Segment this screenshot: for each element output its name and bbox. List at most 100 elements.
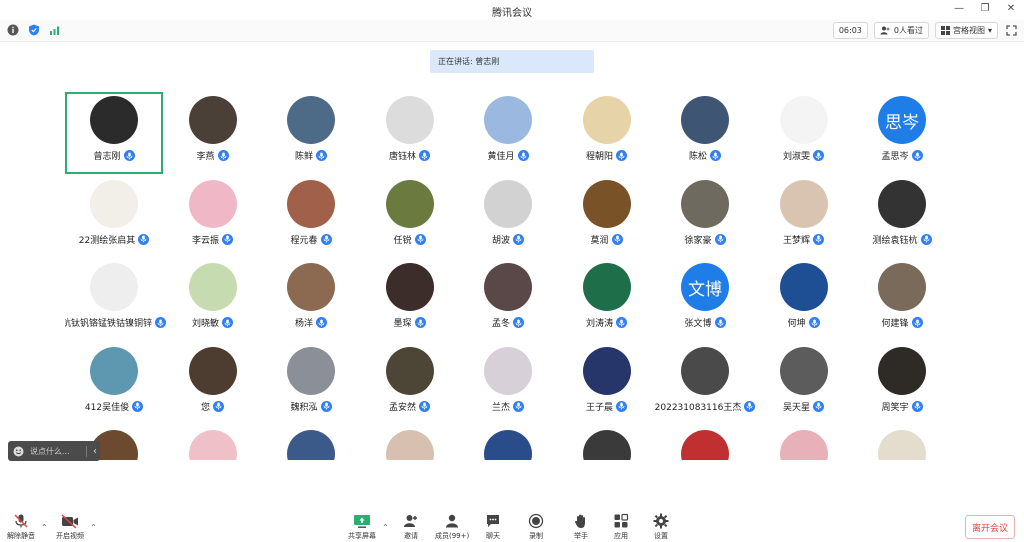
- participant-tile[interactable]: 胡波: [459, 176, 557, 258]
- participant-name-row: 周笑宇: [847, 400, 957, 413]
- participant-tile[interactable]: 刘涛涛: [558, 259, 656, 341]
- participant-tile[interactable]: 文博 张文博: [656, 259, 754, 341]
- participant-tile[interactable]: 您: [164, 343, 262, 425]
- participant-name: 程元春: [290, 235, 318, 246]
- fullscreen-icon[interactable]: [1004, 24, 1018, 38]
- raise-hand-button[interactable]: 举手: [573, 513, 589, 541]
- signal-icon[interactable]: [48, 23, 62, 37]
- unmute-button[interactable]: 解除静音: [7, 513, 35, 541]
- video-options-chevron-icon[interactable]: ⌃: [90, 523, 97, 532]
- participant-tile[interactable]: 黄佳月: [459, 92, 557, 174]
- share-options-chevron-icon[interactable]: ⌃: [382, 523, 389, 532]
- mic-status-icon: [414, 233, 426, 245]
- apps-button[interactable]: 应用: [613, 513, 629, 541]
- participant-tile[interactable]: 孟冬: [459, 259, 557, 341]
- close-icon[interactable]: ✕: [1004, 3, 1018, 14]
- participant-name-row: 王梦辉: [749, 233, 859, 246]
- members-button[interactable]: 成员(99+): [435, 513, 469, 541]
- view-mode-dropdown[interactable]: 宫格视图 ▾: [934, 22, 998, 39]
- chat-input[interactable]: 说点什么... ‹: [8, 441, 100, 461]
- participant-name-row: 刘淑雯: [749, 149, 859, 162]
- participant-tile[interactable]: 测绘袁钰杭: [853, 176, 951, 258]
- mic-status-icon: [808, 317, 820, 328]
- participant-name: 张文博: [684, 319, 712, 329]
- participant-name: 测绘袁钰杭: [872, 235, 918, 246]
- participant-name-row: 兰杰: [453, 400, 563, 413]
- participant-tile[interactable]: [558, 426, 656, 460]
- participant-tile[interactable]: 曾志刚: [65, 92, 163, 174]
- participant-name: 孟思岑: [881, 152, 909, 162]
- participant-tile[interactable]: 程元春: [262, 176, 360, 258]
- chevron-left-icon[interactable]: ‹: [93, 446, 97, 457]
- avatar: [188, 263, 237, 311]
- participant-tile[interactable]: 钪钛钒铬锰铁钴镍铜锌: [65, 259, 166, 341]
- participant-tile[interactable]: 莫润: [558, 176, 656, 258]
- participant-tile[interactable]: 刘晓敏: [164, 259, 262, 341]
- participant-tile[interactable]: [262, 426, 360, 460]
- participant-tile[interactable]: 陈松: [656, 92, 754, 174]
- window-title: 腾讯会议: [492, 8, 532, 19]
- participant-tile[interactable]: [361, 426, 459, 460]
- avatar: [385, 96, 434, 144]
- participant-tile[interactable]: 吴天星: [755, 343, 853, 425]
- restore-icon[interactable]: ❐: [978, 3, 992, 14]
- avatar: [188, 96, 237, 144]
- participant-tile[interactable]: 思岑 孟思岑: [853, 92, 951, 174]
- participant-tile[interactable]: [164, 426, 262, 460]
- emoji-icon[interactable]: [13, 446, 24, 457]
- participant-name-row: 任锐: [355, 233, 465, 246]
- participant-tile[interactable]: 王梦辉: [755, 176, 853, 258]
- chat-button[interactable]: 聊天: [485, 513, 501, 541]
- participant-tile[interactable]: 202231083116王杰: [655, 343, 756, 425]
- participant-name-row: 王子晨: [552, 400, 662, 413]
- invite-button[interactable]: 邀请: [403, 513, 419, 541]
- share-screen-button[interactable]: 共享屏幕: [348, 513, 376, 541]
- participant-tile[interactable]: 412吴佳俊: [65, 343, 163, 425]
- participant-tile[interactable]: 兰杰: [459, 343, 557, 425]
- participant-name-row: 陈鲜: [256, 149, 366, 162]
- participant-name: 孟冬: [491, 319, 510, 329]
- participant-tile[interactable]: 陈鲜: [262, 92, 360, 174]
- participant-name: 22测绘张启其: [78, 235, 136, 246]
- participant-tile[interactable]: 刘淑雯: [755, 92, 853, 174]
- info-icon[interactable]: [6, 23, 20, 37]
- people-icon: [880, 26, 890, 35]
- participant-tile[interactable]: 22测绘张启其: [65, 176, 163, 258]
- avatar: [582, 179, 631, 228]
- mic-status-icon: [132, 400, 144, 412]
- participant-tile[interactable]: 杨洋: [262, 259, 360, 341]
- participant-tile[interactable]: 周笑宇: [853, 343, 951, 425]
- participant-tile[interactable]: 王子晨: [558, 343, 656, 425]
- participant-tile[interactable]: 徐家豪: [656, 176, 754, 258]
- viewers-button[interactable]: 0人看过: [873, 22, 929, 39]
- participant-tile[interactable]: 程朝阳: [558, 92, 656, 174]
- participant-tile[interactable]: 唐钰林: [361, 92, 459, 174]
- participant-tile[interactable]: [755, 426, 853, 460]
- participant-tile[interactable]: 何坤: [755, 259, 853, 341]
- participant-name: 李云振: [191, 235, 219, 246]
- chat-label: 聊天: [486, 532, 500, 540]
- participant-name: 唐钰林: [388, 152, 416, 162]
- avatar: [385, 430, 434, 460]
- minimize-icon[interactable]: —: [952, 3, 966, 14]
- settings-button[interactable]: 设置: [653, 513, 669, 541]
- chevron-down-icon: ▾: [987, 26, 992, 35]
- record-button[interactable]: 录制: [528, 513, 544, 541]
- participant-tile[interactable]: 墨琛: [361, 259, 459, 341]
- participant-tile[interactable]: 李云振: [164, 176, 262, 258]
- participant-tile[interactable]: [459, 426, 557, 460]
- leave-meeting-button[interactable]: 离开会议: [965, 515, 1015, 539]
- avatar: [582, 430, 631, 460]
- participant-tile[interactable]: 孟安然: [361, 343, 459, 425]
- mic-status-icon: [813, 400, 824, 412]
- participant-tile[interactable]: [853, 426, 951, 460]
- mic-status-icon: [616, 400, 627, 412]
- shield-icon[interactable]: [27, 23, 41, 37]
- participant-tile[interactable]: 任锐: [361, 176, 459, 258]
- mic-options-chevron-icon[interactable]: ⌃: [41, 523, 48, 532]
- participant-tile[interactable]: 魏积泓: [262, 343, 360, 425]
- participant-tile[interactable]: 李燕: [164, 92, 262, 174]
- participant-tile[interactable]: 何建锋: [853, 259, 951, 341]
- start-video-button[interactable]: 开启视频: [56, 513, 84, 541]
- participant-tile[interactable]: [656, 426, 754, 460]
